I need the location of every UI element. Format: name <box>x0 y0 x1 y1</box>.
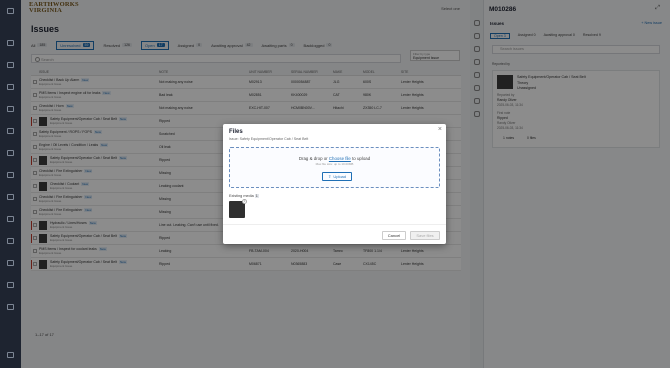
chart-icon[interactable] <box>7 238 14 244</box>
close-icon[interactable]: × <box>438 126 442 133</box>
app-sidebar <box>0 0 21 368</box>
calendar-icon[interactable] <box>7 172 14 178</box>
list-icon[interactable] <box>7 106 14 112</box>
upload-button[interactable]: ⇪ Upload <box>322 172 352 181</box>
choose-file-link[interactable]: Choose file <box>329 156 351 161</box>
existing-media-count: 1 <box>254 194 259 198</box>
drop-text: Drag & drop or <box>298 156 328 161</box>
issues-icon[interactable] <box>7 128 14 134</box>
upload-label: Upload <box>333 174 347 179</box>
reports-icon[interactable] <box>7 150 14 156</box>
upload-icon: ⇪ <box>327 174 332 179</box>
dashboard-icon[interactable] <box>7 40 14 46</box>
dropzone-text: Drag & drop or Choose file to upload <box>230 156 439 161</box>
drop-text-2: to upload <box>352 156 371 161</box>
file-dropzone[interactable]: Drag & drop or Choose file to upload Max… <box>229 147 440 188</box>
files-dialog: Files Issue: Safety Equipment/Operator C… <box>223 124 446 244</box>
dialog-subtitle: Issue: Safety Equipment/Operator Cab / S… <box>229 137 309 141</box>
dropzone-hint: Max file size: up to 10.00MB <box>315 162 354 166</box>
equipment-icon[interactable] <box>7 84 14 90</box>
people-icon[interactable] <box>7 216 14 222</box>
tools-icon[interactable] <box>7 304 14 310</box>
remove-media-icon[interactable]: × <box>242 199 247 204</box>
settings-icon[interactable] <box>7 352 14 358</box>
dialog-title: Files <box>229 129 243 135</box>
docs-icon[interactable] <box>7 282 14 288</box>
save-files-button[interactable]: Save files <box>410 231 440 240</box>
users-icon[interactable] <box>7 62 14 68</box>
inventory-icon[interactable] <box>7 260 14 266</box>
map-icon[interactable] <box>7 194 14 200</box>
menu-icon[interactable] <box>7 8 14 14</box>
existing-media-thumbnail[interactable]: × <box>229 199 247 218</box>
existing-media-text: Existing media <box>229 194 254 198</box>
cancel-button[interactable]: Cancel <box>382 231 406 240</box>
dialog-footer: Cancel Save files <box>223 224 446 244</box>
existing-media-label: Existing media 1 <box>229 194 259 198</box>
